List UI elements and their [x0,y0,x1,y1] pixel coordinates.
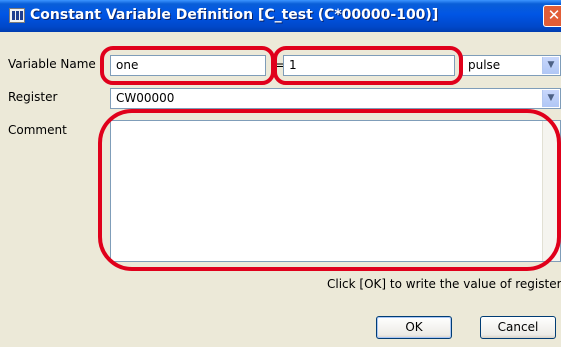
unit-select[interactable]: pulse ▼ [462,55,561,76]
register-label: Register [8,90,58,104]
register-value: CW00000 [116,91,175,105]
hint-text: Click [OK] to write the value of registe… [327,277,561,291]
unit-value: pulse [468,58,501,72]
close-icon: ✕ [547,6,561,24]
comment-label: Comment [8,123,67,137]
highlight-value [273,46,463,85]
chevron-down-icon[interactable]: ▼ [542,57,559,74]
highlight-variable-name [100,46,275,85]
table-icon [9,8,25,23]
cancel-button[interactable]: Cancel [480,316,556,339]
variable-name-label: Variable Name [8,57,96,71]
title-bar[interactable]: Constant Variable Definition [C_test (C*… [0,0,561,32]
register-select[interactable]: CW00000 ▼ [110,88,561,109]
chevron-down-icon[interactable]: ▼ [542,90,559,107]
dialog-window: Constant Variable Definition [C_test (C*… [0,0,561,347]
highlight-comment [98,109,561,271]
close-button[interactable]: ✕ [543,5,561,27]
window-title: Constant Variable Definition [C_test (C*… [30,7,439,23]
ok-button[interactable]: OK [376,316,452,339]
